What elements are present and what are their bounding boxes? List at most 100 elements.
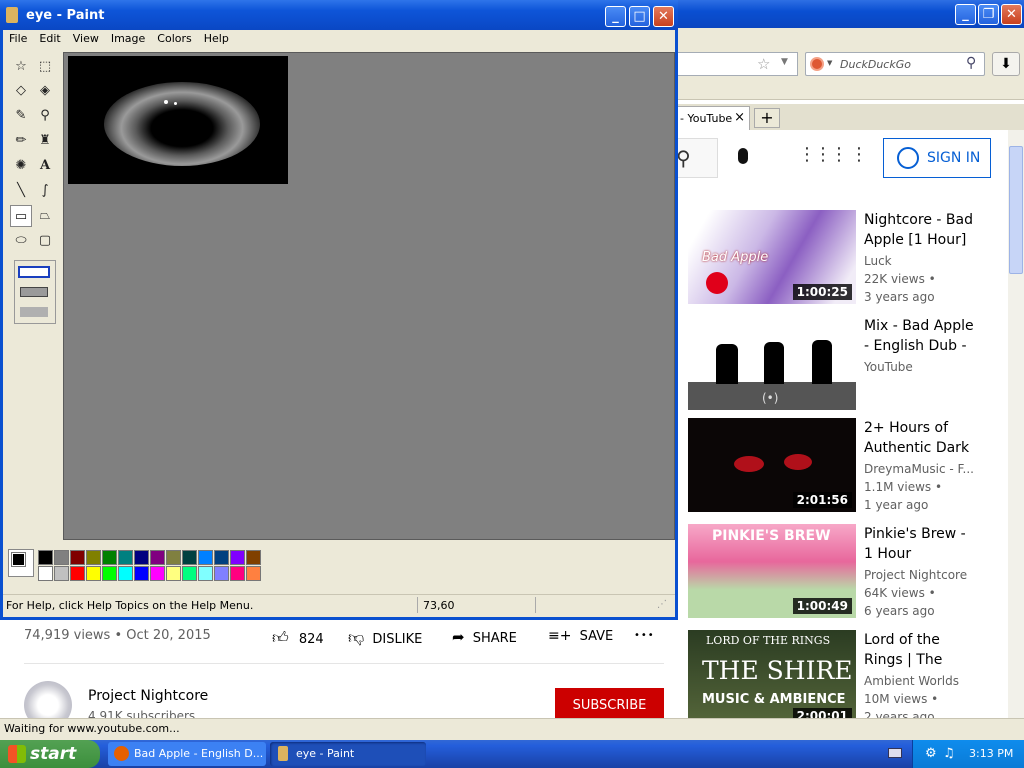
color-swatch[interactable] (150, 550, 165, 565)
search-icon[interactable]: ⚲ (676, 146, 691, 170)
related-meta[interactable]: 2+ Hours of Authentic Dark DreymaMusic -… (864, 418, 1004, 514)
network-icon[interactable]: ⚙ (925, 746, 937, 761)
related-meta[interactable]: Mix - Bad Apple - English Dub - YouTube (864, 316, 1004, 376)
apps-grid-icon[interactable]: ⋮⋮⋮ (798, 144, 848, 165)
related-item[interactable]: LORD OF THE RINGS THE SHIRE MUSIC & AMBI… (688, 630, 856, 718)
subscribe-button[interactable]: SUBSCRIBE (555, 688, 664, 718)
free-select-icon[interactable]: ☆ (10, 56, 32, 78)
color-swatch[interactable] (70, 566, 85, 581)
search-icon[interactable]: ⚲ (966, 55, 976, 71)
mic-icon[interactable] (738, 148, 748, 164)
start-button[interactable]: start (0, 740, 100, 768)
color-swatch[interactable] (86, 550, 101, 565)
taskbar-item-firefox[interactable]: Bad Apple - English D... (108, 742, 266, 766)
rectangle-icon[interactable]: ▭ (10, 205, 32, 227)
resize-grip-icon[interactable]: ⋰ (657, 599, 667, 610)
color-swatch[interactable] (166, 566, 181, 581)
color-swatch[interactable] (102, 566, 117, 581)
color-swatch[interactable] (182, 566, 197, 581)
color-swatch[interactable] (246, 550, 261, 565)
pencil-icon[interactable]: ✏ (10, 130, 32, 152)
color-swatch[interactable] (246, 566, 261, 581)
fill-icon[interactable]: ◈ (34, 80, 56, 102)
more-actions-button[interactable]: ••• (634, 630, 655, 641)
color-swatch[interactable] (38, 550, 53, 565)
tab-close-icon[interactable]: × (734, 110, 745, 125)
color-swatch[interactable] (38, 566, 53, 581)
firefox-minimize-button[interactable]: _ (955, 4, 976, 25)
text-icon[interactable]: A (34, 155, 56, 177)
dropdown-icon[interactable]: ▼ (781, 57, 788, 67)
fill-style-filled-outline[interactable] (20, 287, 48, 297)
firefox-close-button[interactable]: ✕ (1001, 4, 1022, 25)
image-canvas[interactable] (68, 56, 288, 184)
fill-style-outline[interactable] (18, 266, 50, 278)
menu-edit[interactable]: Edit (33, 30, 66, 45)
line-icon[interactable]: ╲ (10, 180, 32, 202)
eraser-icon[interactable]: ◇ (10, 80, 32, 102)
color-swatch[interactable] (70, 550, 85, 565)
related-item[interactable]: Bad Apple 1:00:25 (688, 210, 856, 304)
color-swatch[interactable] (150, 566, 165, 581)
related-meta[interactable]: Lord of the Rings | The Ambient Worlds 1… (864, 630, 1004, 718)
magnifier-icon[interactable]: ⚲ (34, 105, 56, 127)
menu-help[interactable]: Help (198, 30, 235, 45)
menu-colors[interactable]: Colors (151, 30, 197, 45)
share-button[interactable]: ➦ SHARE (452, 628, 517, 646)
menu-file[interactable]: File (3, 30, 33, 45)
color-swatch[interactable] (118, 550, 133, 565)
menu-view[interactable]: View (67, 30, 105, 45)
color-swatch[interactable] (230, 550, 245, 565)
color-swatch[interactable] (134, 566, 149, 581)
taskbar-item-paint[interactable]: eye - Paint (270, 742, 426, 766)
fill-style-selector[interactable] (14, 260, 56, 324)
firefox-maximize-button[interactable]: ❐ (978, 4, 999, 25)
save-button[interactable]: ≡+ SAVE (548, 628, 613, 644)
keyboard-icon[interactable] (888, 748, 902, 758)
duckduckgo-icon[interactable] (810, 57, 824, 71)
dislike-button[interactable]: 👎︎ DISLIKE (348, 628, 422, 648)
foreground-color[interactable] (11, 552, 26, 567)
related-meta[interactable]: Nightcore - Bad Apple [1 Hour] Luck 22K … (864, 210, 1004, 306)
like-button[interactable]: 👍︎ 824 (272, 628, 324, 648)
bookmark-star-icon[interactable]: ☆ (757, 55, 770, 73)
more-vert-icon[interactable]: ⋮ (850, 144, 868, 165)
url-bar[interactable]: ☆ ▼ (676, 52, 798, 76)
color-swatch[interactable] (182, 550, 197, 565)
fill-style-filled[interactable] (20, 307, 48, 317)
new-tab-button[interactable]: + (754, 108, 780, 128)
current-colors[interactable] (8, 549, 34, 577)
color-swatch[interactable] (86, 566, 101, 581)
related-item[interactable]: 2:01:56 (688, 418, 856, 512)
vertical-scrollbar[interactable] (1008, 130, 1024, 718)
color-swatch[interactable] (198, 550, 213, 565)
paint-minimize-button[interactable]: _ (605, 6, 626, 27)
sign-in-button[interactable]: SIGN IN (883, 138, 991, 178)
color-swatch[interactable] (198, 566, 213, 581)
rounded-rect-icon[interactable]: ▢ (34, 230, 56, 252)
color-swatch[interactable] (54, 550, 69, 565)
color-swatch[interactable] (134, 550, 149, 565)
color-swatch[interactable] (214, 550, 229, 565)
scrollbar-thumb[interactable] (1009, 146, 1023, 274)
color-swatch[interactable] (102, 550, 117, 565)
curve-icon[interactable]: ∫ (34, 180, 56, 202)
channel-name[interactable]: Project Nightcore (88, 688, 208, 704)
ellipse-icon[interactable]: ⬭ (10, 230, 32, 252)
paint-close-button[interactable]: ✕ (653, 6, 674, 27)
color-swatch[interactable] (166, 550, 181, 565)
chevron-down-icon[interactable]: ▼ (827, 59, 832, 67)
airbrush-icon[interactable]: ✺ (10, 155, 32, 177)
avatar[interactable] (24, 681, 72, 718)
color-swatch[interactable] (214, 566, 229, 581)
color-picker-icon[interactable]: ✎ (10, 105, 32, 127)
polygon-icon[interactable]: ⏢ (34, 205, 56, 227)
download-button[interactable]: ⬇ (992, 52, 1020, 76)
related-item[interactable]: (•) (688, 316, 856, 410)
color-swatch[interactable] (230, 566, 245, 581)
related-item[interactable]: PINKIE'S BREW 1:00:49 (688, 524, 856, 618)
volume-icon[interactable]: ♫ (943, 746, 955, 761)
brush-icon[interactable]: ♜ (34, 130, 56, 152)
menu-image[interactable]: Image (105, 30, 151, 45)
rect-select-icon[interactable]: ⬚ (34, 56, 56, 78)
